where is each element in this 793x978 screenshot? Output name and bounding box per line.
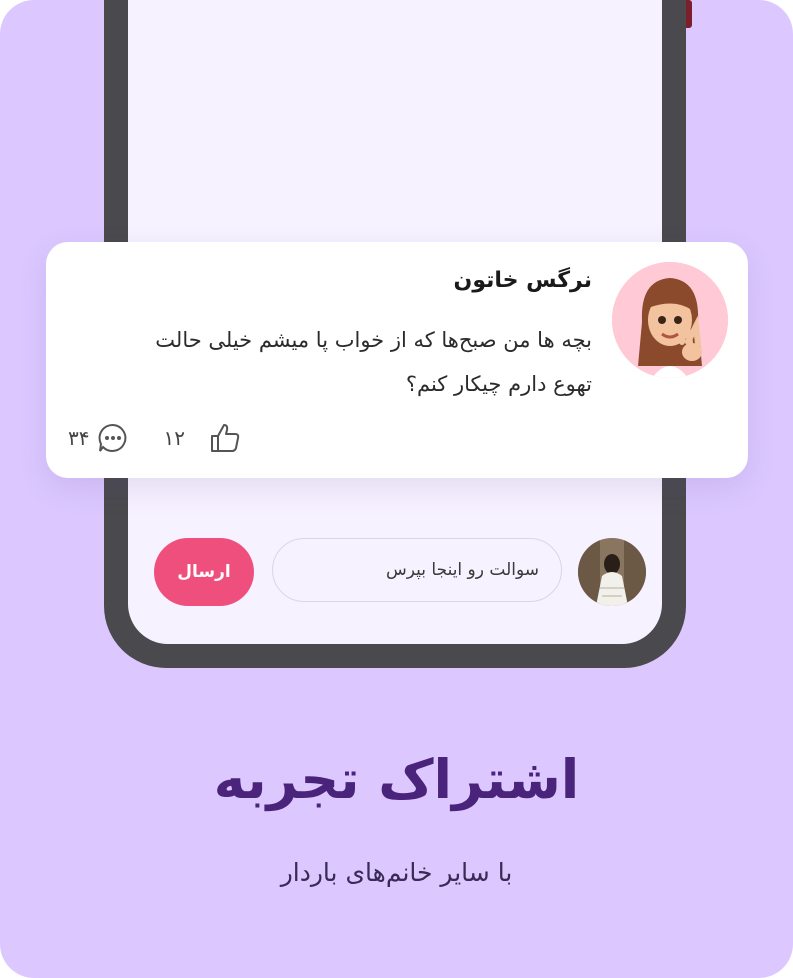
user-avatar[interactable] (578, 538, 646, 606)
comment-text: بچه ها من صبح‌ها که از خواب پا میشم خیلی… (155, 328, 592, 396)
promo-title: اشتراک تجربه (213, 748, 581, 811)
author-avatar (612, 262, 728, 378)
promo-subtitle: با سایر خانم‌های باردار (280, 858, 513, 887)
promo-card: ارسال نرگس خاتون بچه ها من صبح‌ها که از … (0, 0, 793, 978)
author-name[interactable]: نرگس خاتون (454, 268, 592, 293)
thumbs-up-icon[interactable] (207, 420, 243, 456)
reply-count: ۳۴ (68, 426, 90, 450)
like-count: ۱۲ (163, 426, 185, 450)
comment-card[interactable]: نرگس خاتون بچه ها من صبح‌ها که از خواب پ… (46, 242, 748, 478)
question-input[interactable] (272, 538, 562, 602)
send-button[interactable]: ارسال (154, 538, 254, 606)
chat-bubble-icon[interactable] (95, 420, 131, 456)
comment-stats: ۳۴ ۱۲ (68, 420, 243, 456)
